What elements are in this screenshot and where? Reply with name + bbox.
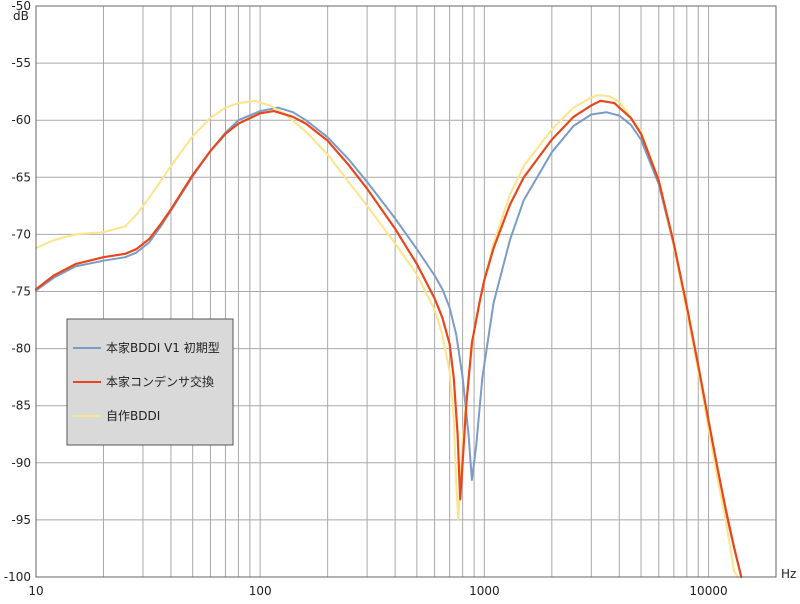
y-tick-label: -75 [11, 285, 31, 299]
y-tick-label: -65 [11, 170, 31, 184]
grid-layer [36, 6, 776, 577]
x-tick-label: 10 [28, 584, 43, 598]
legend-label-2: 自作BDDI [106, 409, 160, 423]
y-tick-label: -60 [11, 113, 31, 127]
legend-label-1: 本家コンデンサ交換 [106, 374, 214, 389]
y-tick-label: -85 [11, 399, 31, 413]
y-tick-label: -70 [11, 227, 31, 241]
frequency-response-chart: dB Hz -50-55-60-65-70-75-80-85-90-95-100… [4, 0, 797, 598]
y-tick-label: -80 [11, 342, 31, 356]
chart-root: dB Hz -50 -55 -60 -65 -70 -75 -80 -85 -90 -95 -100… [0, 0, 800, 600]
x-tick-label: 100 [249, 584, 272, 598]
legend-label-0: 本家BDDI V1 初期型 [106, 340, 220, 355]
y-tick-label: -50 [11, 0, 31, 13]
x-tick-label: 1000 [469, 584, 500, 598]
x-tick-label: 10000 [689, 584, 727, 598]
axis-layer: dB Hz -50-55-60-65-70-75-80-85-90-95-100… [4, 0, 797, 598]
y-tick-label: -95 [11, 513, 31, 527]
x-axis-label: Hz [781, 567, 796, 581]
y-tick-label: -90 [11, 456, 31, 470]
y-tick-label: -100 [4, 570, 31, 584]
legend: 本家BDDI V1 初期型 本家コンデンサ交換 自作BDDI [66, 318, 234, 446]
y-tick-label: -55 [11, 56, 31, 70]
